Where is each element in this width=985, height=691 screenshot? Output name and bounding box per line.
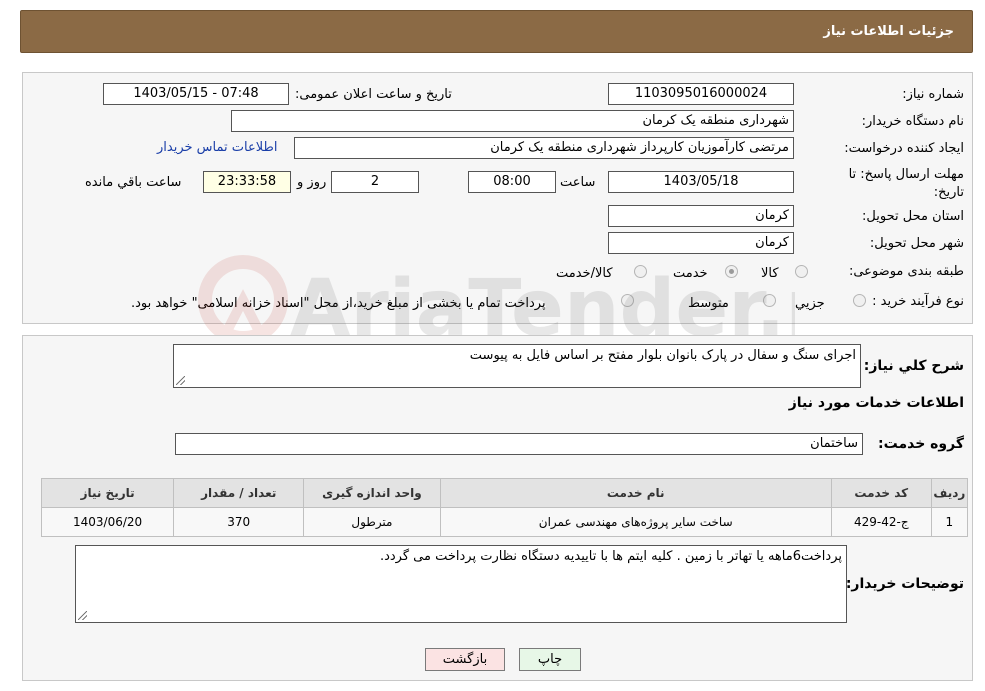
col-header-row-number: ردیف [930,478,969,508]
province-field[interactable]: کرمان [608,205,794,227]
cell-quantity: 370 [173,507,305,537]
buyer-notes-textarea[interactable]: پرداخت6ماهه یا تهاتر با زمین . کلیه ایتم… [75,545,847,623]
category-label: طبقه بندی موضوعی: [848,264,964,279]
need-details-panel: شرح کلي نياز: اجرای سنگ و سفال در پارک ب… [22,335,973,681]
days-label: روز و [297,175,327,190]
need-number-field[interactable]: 1103095016000024 [608,83,794,105]
city-label: شهر محل تحویل: [869,236,964,251]
treasury-bonds-note: پرداخت تمام یا بخشی از مبلغ خرید،از محل … [131,296,546,311]
resize-handle-icon[interactable] [78,611,87,620]
services-table: ردیف کد خدمت نام خدمت واحد اندازه گیری ت… [40,478,969,537]
summary-label: شرح کلي نياز: [863,358,964,374]
category-radio-goods[interactable] [795,265,808,278]
col-header-quantity: تعداد / مقدار [173,478,305,508]
purchase-option-minor: جزیي [795,296,825,311]
services-section-title: اطلاعات خدمات مورد نیاز [788,395,964,411]
requester-label: ایجاد کننده درخواست: [844,141,964,156]
buyer-contact-link[interactable]: اطلاعات تماس خریدار [157,140,277,155]
need-info-panel: شماره نیاز: 1103095016000024 تاریخ و ساع… [22,72,973,324]
purchase-type-label: نوع فرآیند خرید : [872,294,964,309]
category-option-service: خدمت [673,266,708,281]
col-header-service-code: کد خدمت [830,478,932,508]
buyer-notes-text: پرداخت6ماهه یا تهاتر با زمین . کلیه ایتم… [379,549,842,564]
cell-need-date: 1403/06/20 [40,507,175,537]
buyer-org-label: نام دستگاه خریدار: [861,114,964,129]
remaining-days-field[interactable]: 2 [331,171,419,193]
page-header: جزئیات اطلاعات نیاز [20,10,973,53]
purchase-option-medium: متوسط [688,296,729,311]
remaining-time-label: ساعت باقي مانده [85,175,182,190]
category-option-goods: کالا [761,266,779,281]
treasury-bonds-checkbox[interactable] [621,294,634,307]
need-number-label: شماره نیاز: [902,87,964,102]
remaining-time-field: 23:33:58 [203,171,291,193]
deadline-time-field[interactable]: 08:00 [468,171,556,193]
cell-service-name: ساخت سایر پروژه‌های مهندسی عمران [439,507,832,537]
col-header-need-date: تاریخ نیاز [40,478,175,508]
table-row: 1 ج-42-429 ساخت سایر پروژه‌های مهندسی عم… [40,507,969,537]
cell-row-number: 1 [930,507,969,537]
table-header-row: ردیف کد خدمت نام خدمت واحد اندازه گیری ت… [40,478,969,508]
service-group-label: گروه خدمت: [878,436,964,452]
city-field[interactable]: کرمان [608,232,794,254]
service-group-field[interactable]: ساختمان [175,433,863,455]
province-label: استان محل تحویل: [862,209,964,224]
category-radio-goods-service[interactable] [634,265,647,278]
resize-handle-icon[interactable] [176,376,185,385]
col-header-service-name: نام خدمت [439,478,832,508]
cell-unit: مترطول [303,507,441,537]
print-button[interactable]: چاپ [519,648,581,671]
purchase-radio-minor[interactable] [853,294,866,307]
deadline-date-field[interactable]: 1403/05/18 [608,171,794,193]
cell-service-code: ج-42-429 [830,507,932,537]
announce-datetime-field[interactable]: 1403/05/15 - 07:48 [103,83,289,105]
col-header-unit: واحد اندازه گیری [303,478,441,508]
summary-textarea[interactable]: اجرای سنگ و سفال در پارک بانوان بلوار مف… [173,344,861,388]
buyer-notes-label: توضیحات خریدار: [845,576,964,592]
category-radio-service[interactable] [725,265,738,278]
requester-field[interactable]: مرتضی کارآموزیان کارپرداز شهرداری منطقه … [294,137,794,159]
buyer-org-field[interactable]: شهرداری منطقه یک کرمان [231,110,794,132]
back-button[interactable]: بازگشت [425,648,505,671]
announce-datetime-label: تاریخ و ساعت اعلان عمومی: [295,87,452,102]
purchase-radio-medium[interactable] [763,294,776,307]
summary-text: اجرای سنگ و سفال در پارک بانوان بلوار مف… [469,348,856,363]
deadline-time-label: ساعت [560,175,596,190]
deadline-label: مهلت ارسال پاسخ: تا تاریخ: [848,167,964,200]
category-option-goods-service: کالا/خدمت [556,266,613,281]
page-title: جزئیات اطلاعات نیاز [823,24,954,39]
